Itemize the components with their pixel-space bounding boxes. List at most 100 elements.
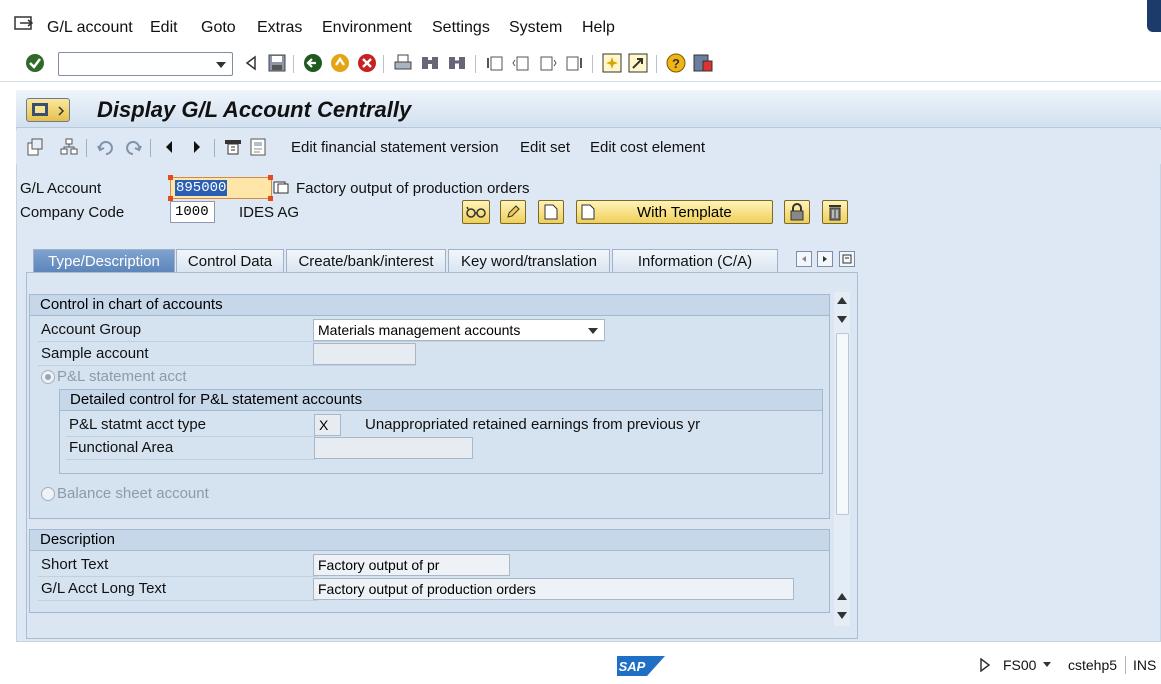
previous-arrow-icon[interactable] — [158, 136, 180, 158]
tab-scroll-left-icon[interactable] — [796, 251, 812, 267]
document-icon[interactable] — [247, 136, 269, 158]
first-page-icon[interactable] — [484, 52, 506, 74]
sap-logo: SAP — [617, 654, 665, 678]
redo-icon[interactable] — [122, 136, 144, 158]
exit-menu-icon[interactable] — [14, 16, 34, 32]
menu-extras[interactable]: Extras — [257, 19, 302, 37]
create-button[interactable] — [538, 200, 564, 224]
cancel-icon[interactable] — [356, 52, 378, 74]
server-name: cstehp5 — [1068, 657, 1118, 673]
menu-gl-account[interactable]: G/L account — [47, 19, 133, 37]
status-expand-icon[interactable] — [979, 657, 991, 673]
find-next-icon[interactable] — [446, 52, 468, 74]
description-group: Description Short Text Factory output of… — [29, 529, 830, 613]
pl-type-input[interactable]: X — [314, 414, 341, 436]
undo-icon[interactable] — [95, 136, 117, 158]
where-used-icon[interactable] — [222, 136, 244, 158]
tab-control-data[interactable]: Control Data — [176, 249, 284, 273]
menu-settings[interactable]: Settings — [432, 19, 490, 37]
print-icon[interactable] — [392, 52, 414, 74]
functional-area-input[interactable] — [314, 437, 473, 459]
back-triangle-icon[interactable] — [240, 52, 262, 74]
value-help-icon[interactable] — [273, 181, 289, 195]
edit-set-button[interactable]: Edit set — [520, 139, 570, 156]
tab-list-icon[interactable] — [839, 251, 855, 267]
row-divider — [38, 600, 318, 601]
svg-text:?: ? — [672, 56, 680, 71]
standard-toolbar: ? — [0, 50, 1161, 82]
blank-document-icon — [544, 204, 558, 220]
shortcut-icon[interactable] — [627, 52, 649, 74]
enter-icon[interactable] — [24, 52, 46, 74]
svg-text:SAP: SAP — [619, 659, 646, 674]
scroll-thumb[interactable] — [836, 333, 849, 515]
create-session-icon[interactable] — [601, 52, 623, 74]
edit-fs-version-button[interactable]: Edit financial statement version — [291, 139, 499, 156]
menu-system[interactable]: System — [509, 19, 562, 37]
next-page-icon[interactable] — [537, 52, 559, 74]
save-icon[interactable] — [266, 52, 288, 74]
glasses-display-button[interactable] — [462, 200, 490, 224]
tab-create-bank-interest[interactable]: Create/bank/interest — [286, 249, 446, 273]
pl-statement-radio[interactable] — [41, 370, 55, 384]
balance-sheet-radio-label: Balance sheet account — [57, 485, 209, 502]
customize-layout-icon[interactable] — [692, 52, 714, 74]
next-arrow-icon[interactable] — [186, 136, 208, 158]
short-text-input[interactable]: Factory output of pr — [313, 554, 510, 576]
pl-type-label: P&L statmt acct type — [69, 416, 206, 433]
edit-pencil-button[interactable] — [500, 200, 526, 224]
tab-scroll-right-icon[interactable] — [817, 251, 833, 267]
with-template-button[interactable]: With Template — [576, 200, 773, 224]
tab-key-word-translation[interactable]: Key word/translation — [448, 249, 610, 273]
gl-account-label: G/L Account — [20, 180, 102, 197]
scroll-up-icon[interactable] — [837, 593, 847, 600]
chevron-down-icon[interactable] — [1043, 662, 1051, 667]
chevron-down-icon[interactable] — [216, 62, 226, 68]
pl-statement-radio-label: P&L statement acct — [57, 368, 187, 385]
menu-goto[interactable]: Goto — [201, 19, 236, 37]
toolbar-separator — [383, 55, 384, 73]
last-page-icon[interactable] — [563, 52, 585, 74]
command-field[interactable] — [58, 52, 233, 76]
short-text-value: Factory output of pr — [318, 557, 440, 573]
tab-information-ca[interactable]: Information (C/A) — [612, 249, 778, 273]
exit-icon[interactable] — [329, 52, 351, 74]
back-icon[interactable] — [302, 52, 324, 74]
company-code-input[interactable]: 1000 — [170, 201, 215, 223]
functional-area-label: Functional Area — [69, 439, 174, 456]
edit-cost-element-button[interactable]: Edit cost element — [590, 139, 705, 156]
help-icon[interactable]: ? — [665, 52, 687, 74]
chevron-down-icon[interactable] — [588, 328, 598, 334]
row-divider — [38, 341, 604, 342]
find-icon[interactable] — [419, 52, 441, 74]
status-separator — [1125, 656, 1126, 674]
row-divider — [38, 576, 318, 577]
scroll-down-icon[interactable] — [837, 316, 847, 323]
toolbar-separator — [150, 139, 151, 157]
balance-sheet-radio[interactable] — [41, 487, 55, 501]
transaction-code[interactable]: FS00 — [1003, 657, 1036, 673]
menu-environment[interactable]: Environment — [322, 19, 412, 37]
row-divider — [66, 459, 316, 460]
account-group-select[interactable]: Materials management accounts — [313, 319, 605, 341]
window-corner — [1147, 0, 1161, 32]
gl-account-input[interactable]: 895000 — [170, 177, 272, 199]
menu-options-icon[interactable] — [26, 98, 70, 122]
menu-edit[interactable]: Edit — [150, 19, 178, 37]
short-text-label: Short Text — [41, 556, 109, 573]
menu-help[interactable]: Help — [582, 19, 615, 37]
previous-page-icon[interactable] — [510, 52, 532, 74]
toolbar-separator — [592, 55, 593, 73]
trash-icon — [829, 205, 841, 221]
display-change-icon[interactable] — [24, 136, 46, 158]
tab-label: Type/Description — [48, 253, 160, 270]
hierarchy-icon[interactable] — [58, 136, 80, 158]
sample-account-input[interactable] — [313, 343, 416, 365]
sample-account-label: Sample account — [41, 345, 149, 362]
block-button[interactable] — [784, 200, 810, 224]
scroll-down-icon[interactable] — [837, 612, 847, 619]
scroll-up-icon[interactable] — [837, 297, 847, 304]
tab-type-description[interactable]: Type/Description — [33, 249, 175, 273]
long-text-input[interactable]: Factory output of production orders — [313, 578, 794, 600]
delete-button[interactable] — [822, 200, 848, 224]
